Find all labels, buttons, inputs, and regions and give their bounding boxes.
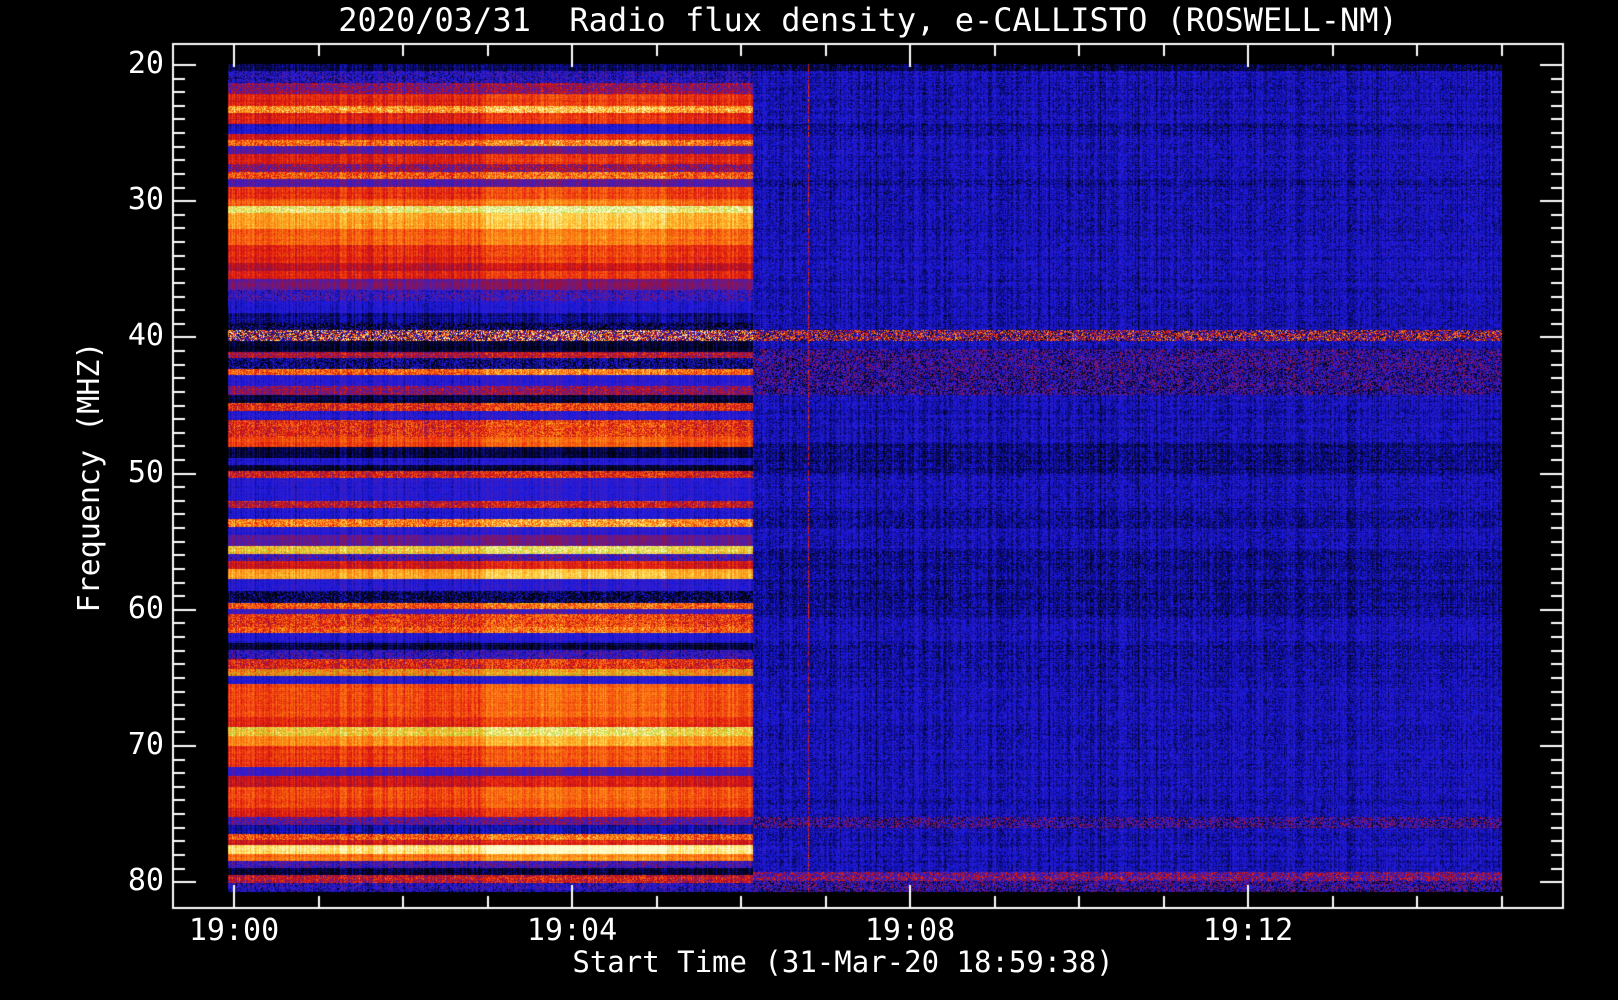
- y-tick-label-30: 30: [127, 182, 164, 218]
- spectrogram-page: 2020/03/31 Radio flux density, e-CALLIST…: [0, 0, 1618, 1000]
- x-tick-label-19-00: 19:00: [188, 913, 280, 948]
- y-tick-label-40: 40: [127, 318, 164, 354]
- y-tick-label-80: 80: [127, 863, 164, 899]
- y-tick-label-20: 20: [127, 46, 164, 81]
- x-tick-label-19-08: 19:08: [864, 913, 956, 948]
- x-tick-label-19-12: 19:12: [1202, 913, 1294, 948]
- y-tick-label-60: 60: [127, 590, 164, 626]
- x-axis-label: Start Time (31-Mar-20 18:59:38): [572, 945, 1114, 979]
- y-tick-label-50: 50: [127, 454, 164, 490]
- spectrogram-canvas: [0, 0, 1618, 1000]
- x-tick-label-19-04: 19:04: [526, 913, 618, 948]
- y-tick-label-70: 70: [127, 727, 164, 762]
- chart-title: 2020/03/31 Radio flux density, e-CALLIST…: [338, 1, 1398, 39]
